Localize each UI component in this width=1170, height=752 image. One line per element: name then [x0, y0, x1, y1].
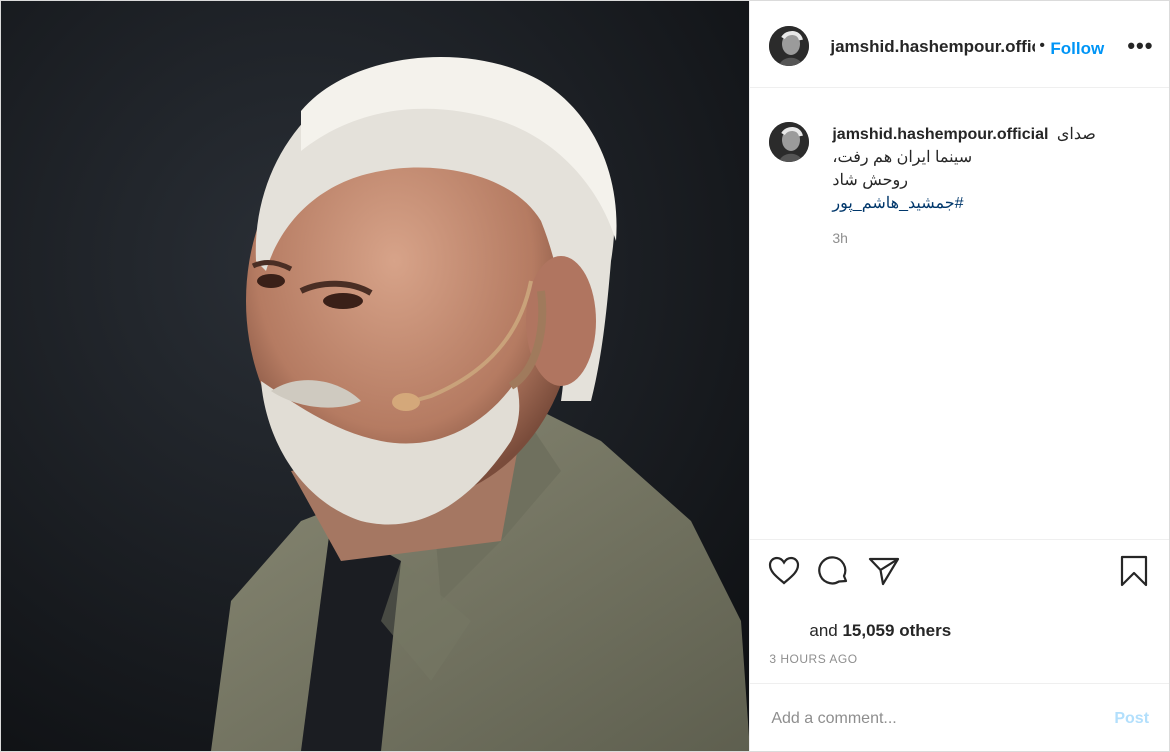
- caption-line-2: سینما ایران هم رفت،: [832, 149, 973, 166]
- avatar[interactable]: [769, 26, 810, 66]
- share-icon[interactable]: [867, 554, 901, 588]
- avatar-image: [769, 26, 810, 66]
- comment-box: Post: [750, 683, 1170, 752]
- more-options-icon[interactable]: •••: [1127, 33, 1153, 59]
- caption-text: jamshid.hashempour.official صدای سینما ا…: [832, 123, 1132, 215]
- post-timestamp[interactable]: 3 HOURS AGO: [769, 652, 857, 666]
- instagram-post: jamshid.hashempour.offic • Follow ••• ja…: [0, 0, 1170, 752]
- bookmark-icon[interactable]: [1117, 554, 1151, 588]
- likes-prefix: and: [809, 621, 838, 640]
- separator-dot: •: [1039, 37, 1045, 54]
- follow-button[interactable]: Follow: [1050, 39, 1104, 59]
- caption-time-ago[interactable]: 3h: [832, 230, 848, 246]
- comment-input[interactable]: [769, 704, 1094, 734]
- caption-hashtag[interactable]: #جمشید_هاشم_پور: [832, 192, 1132, 215]
- post-username[interactable]: jamshid.hashempour.offic: [830, 37, 1035, 57]
- caption-line-3: روحش شاد: [832, 172, 908, 189]
- post-comment-button[interactable]: Post: [1114, 710, 1149, 728]
- action-bar: [750, 539, 1170, 602]
- likes-summary[interactable]: and 15,059 others: [809, 621, 951, 641]
- caption-avatar[interactable]: [769, 122, 810, 162]
- caption-section: jamshid.hashempour.official صدای سینما ا…: [750, 87, 1169, 539]
- portrait-photo: [1, 1, 750, 751]
- caption-username[interactable]: jamshid.hashempour.official: [832, 126, 1048, 143]
- post-header: jamshid.hashempour.offic • Follow •••: [750, 1, 1169, 88]
- post-image[interactable]: [1, 1, 750, 751]
- caption-line-1: صدای: [1056, 126, 1096, 143]
- avatar-image: [769, 122, 810, 162]
- likes-count[interactable]: 15,059 others: [842, 621, 951, 640]
- post-sidebar: jamshid.hashempour.offic • Follow ••• ja…: [749, 1, 1170, 752]
- heart-icon[interactable]: [767, 554, 801, 588]
- comment-icon[interactable]: [817, 554, 851, 588]
